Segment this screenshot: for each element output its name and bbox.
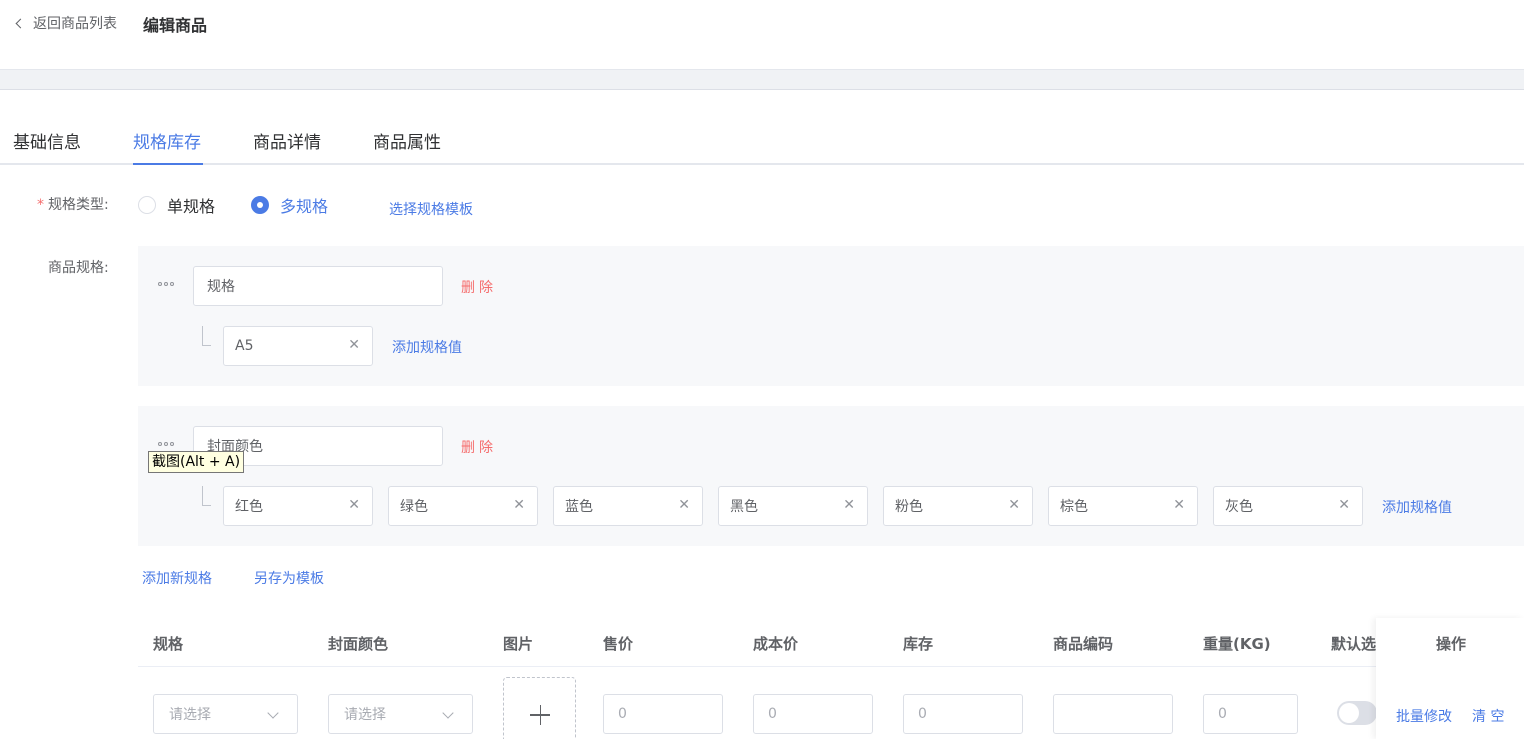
cover-color-select[interactable]: 请选择 [328,694,473,734]
tab-basic-info[interactable]: 基础信息 [13,128,81,153]
column-header-image: 图片 [503,635,534,653]
column-header-stock: 库存 [903,635,934,653]
close-icon[interactable]: ✕ [513,497,525,513]
chevron-down-icon [442,707,454,719]
spec-value-input[interactable]: 红色 ✕ [223,486,373,526]
column-header-price: 售价 [603,635,634,653]
active-tab-indicator [133,163,203,165]
spec-group: 封面颜色 删除 红色 ✕ 绿色 ✕ 蓝色 ✕ 黑色 ✕ 粉色 ✕ 棕色 ✕ 灰色… [138,406,1524,546]
back-to-list-link[interactable]: 返回商品列表 [13,13,117,33]
radio-circle [138,196,156,214]
batch-edit-link[interactable]: 批量修改 [1396,706,1452,726]
page-title: 编辑商品 [143,16,208,35]
required-mark: * [37,197,44,213]
clear-link[interactable]: 清 空 [1472,706,1504,726]
delete-spec-button[interactable]: 删除 [461,277,497,297]
header-divider [0,70,1524,90]
price-input[interactable]: 0 [603,694,723,734]
radio-label: 多规格 [280,197,329,216]
spec-select[interactable]: 请选择 [153,694,298,734]
tree-connector [202,326,211,346]
radio-label: 单规格 [167,197,216,216]
close-icon[interactable]: ✕ [1008,497,1020,513]
spec-name-input[interactable]: 规格 [193,266,443,306]
table-header-divider [138,666,1524,667]
close-icon[interactable]: ✕ [348,497,360,513]
page-header: 返回商品列表 编辑商品 [0,0,1524,70]
delete-spec-button[interactable]: 删除 [461,437,497,457]
close-icon[interactable]: ✕ [1338,497,1350,513]
spec-type-label-text: 规格类型: [48,197,109,213]
tab-product-detail[interactable]: 商品详情 [253,128,321,153]
spec-value-input[interactable]: 黑色 ✕ [718,486,868,526]
column-header-actions: 操作 [1435,635,1467,653]
drag-handle-icon[interactable] [158,282,178,292]
screenshot-tooltip: 截图(Alt + A) [148,451,245,473]
spec-value-input[interactable]: 粉色 ✕ [883,486,1033,526]
select-placeholder: 请选择 [169,707,211,723]
column-header-cover-color: 封面颜色 [328,635,389,653]
product-code-input[interactable] [1053,694,1173,734]
column-header-spec: 规格 [153,635,184,653]
chevron-left-icon [15,18,26,28]
chevron-down-icon [267,707,279,719]
close-icon[interactable]: ✕ [843,497,855,513]
spec-value-text: 蓝色 [565,499,593,515]
image-upload-button[interactable] [503,677,576,739]
choose-spec-template-link[interactable]: 选择规格模板 [389,199,473,219]
add-new-spec-link[interactable]: 添加新规格 [142,568,212,588]
product-spec-label: 商品规格: [48,260,109,276]
spec-value-text: A5 [235,338,254,354]
column-header-weight: 重量(KG) [1203,635,1271,653]
spec-group: 规格 删除 A5 ✕ 添加规格值 [138,246,1524,386]
default-toggle[interactable] [1337,701,1377,725]
cost-input[interactable]: 0 [753,694,873,734]
spec-type-label: * 规格类型: [37,194,109,214]
spec-value-input[interactable]: 绿色 ✕ [388,486,538,526]
tree-connector [202,486,211,506]
spec-value-text: 粉色 [895,499,923,515]
add-spec-value-link[interactable]: 添加规格值 [1382,497,1452,517]
spec-value-input[interactable]: 灰色 ✕ [1213,486,1363,526]
spec-value-text: 棕色 [1060,499,1088,515]
tab-bar: 基础信息 规格库存 商品详情 商品属性 [0,91,1524,165]
radio-single-spec[interactable]: 单规格 [138,193,215,217]
radio-multi-spec[interactable]: 多规格 [251,193,328,217]
column-header-code: 商品编码 [1053,635,1114,653]
spec-value-input[interactable]: 棕色 ✕ [1048,486,1198,526]
tab-product-attributes[interactable]: 商品属性 [373,128,441,153]
close-icon[interactable]: ✕ [1173,497,1185,513]
spec-value-text: 黑色 [730,499,758,515]
close-icon[interactable]: ✕ [678,497,690,513]
column-header-cost: 成本价 [753,635,799,653]
spec-value-text: 灰色 [1225,499,1253,515]
weight-input[interactable]: 0 [1203,694,1298,734]
spec-value-text: 红色 [235,499,263,515]
radio-circle [251,196,269,214]
action-column: 操作 批量修改 清 空 [1376,618,1524,739]
tab-spec-stock[interactable]: 规格库存 [133,128,201,153]
spec-value-input[interactable]: 蓝色 ✕ [553,486,703,526]
save-as-template-link[interactable]: 另存为模板 [254,568,324,588]
select-placeholder: 请选择 [344,707,386,723]
stock-input[interactable]: 0 [903,694,1023,734]
spec-value-text: 绿色 [400,499,428,515]
plus-icon [539,705,541,725]
add-spec-value-link[interactable]: 添加规格值 [392,337,462,357]
column-header-default: 默认选 [1331,635,1377,653]
close-icon[interactable]: ✕ [348,337,360,353]
spec-value-input[interactable]: A5 ✕ [223,326,373,366]
back-label: 返回商品列表 [33,16,117,32]
